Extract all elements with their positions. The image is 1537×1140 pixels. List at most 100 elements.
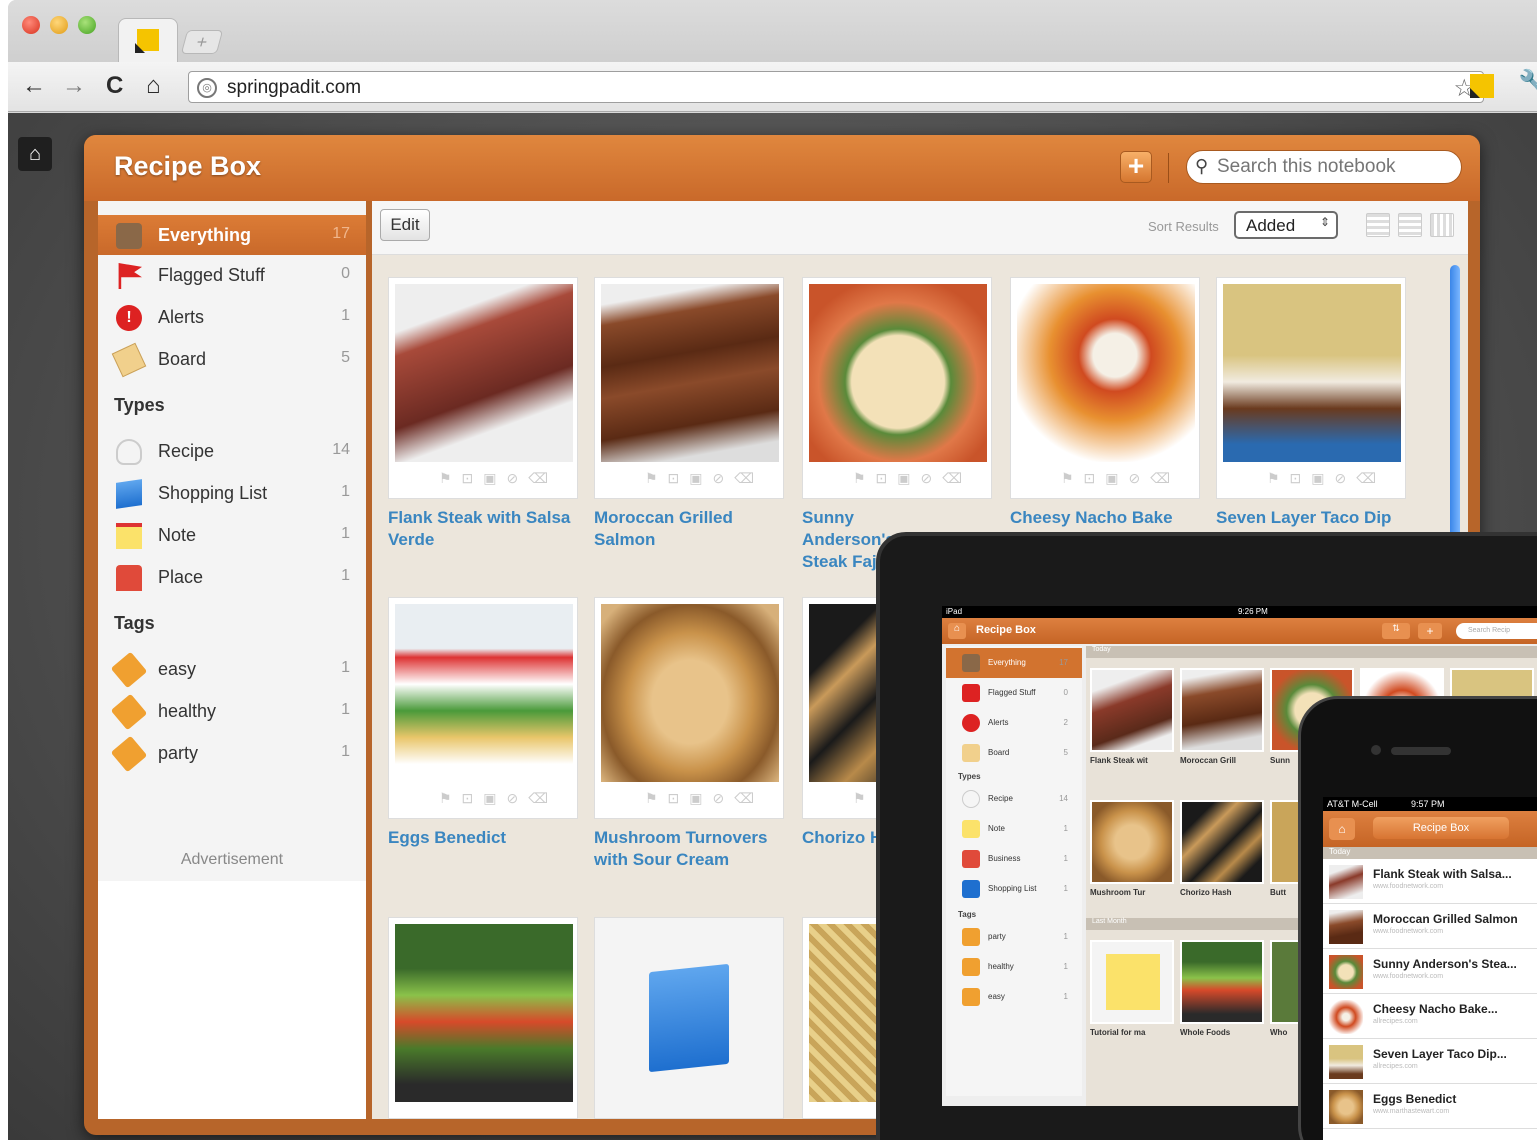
ipad-sidebar-item[interactable]: Recipe 14: [946, 784, 1082, 814]
ipad-sidebar-item[interactable]: healthy 1: [946, 952, 1082, 982]
recipe-title[interactable]: Flank Steak with Salsa Verde: [388, 507, 588, 551]
chef-hat-icon: [962, 790, 980, 808]
ipad-sidebar-item[interactable]: Alerts 2: [946, 708, 1082, 738]
recipe-title[interactable]: Moroccan Grilled Salmon: [594, 507, 794, 551]
ipad-thumb[interactable]: [1090, 668, 1174, 752]
forward-arrow-icon[interactable]: →: [62, 72, 86, 100]
recipe-card[interactable]: ⚑⊡▣⊘⌫: [388, 277, 578, 499]
ipad-sidebar-label: easy: [988, 992, 1005, 1001]
ipad-sidebar-item[interactable]: easy 1: [946, 982, 1082, 1012]
app-header: Recipe Box + ⚲: [84, 135, 1480, 201]
reload-icon[interactable]: C: [106, 72, 123, 100]
recipe-card[interactable]: ⚑⊡▣⊘⌫: [802, 277, 992, 499]
back-arrow-icon[interactable]: ←: [22, 72, 46, 100]
sidebar-item-shopping-list[interactable]: Shopping List 1: [98, 473, 366, 513]
ipad-sidebar-item[interactable]: Flagged Stuff 0: [946, 678, 1082, 708]
new-tab-button[interactable]: +: [180, 30, 224, 54]
iphone-home-icon[interactable]: ⌂: [1329, 818, 1355, 840]
iphone-list-item[interactable]: Sunny Anderson's Stea... www.foodnetwork…: [1323, 949, 1537, 994]
ipad-sort-icon[interactable]: ⇅: [1382, 623, 1410, 639]
search-box[interactable]: ⚲: [1186, 150, 1462, 184]
ipad-sidebar-item[interactable]: Everything 17: [946, 648, 1082, 678]
iphone-thumb: [1329, 1090, 1363, 1124]
sidebar-item-label: Place: [158, 567, 204, 587]
recipe-card[interactable]: ⚑⊡▣⊘⌫: [1216, 277, 1406, 499]
sidebar-item-board[interactable]: Board 5: [98, 339, 366, 379]
sort-select[interactable]: Added ⇕: [1234, 211, 1338, 239]
recipe-card[interactable]: ⚑⊡▣⊘⌫: [1010, 277, 1200, 499]
recipe-title[interactable]: Mushroom Turnovers with Sour Cream: [594, 827, 794, 871]
ipad-thumb[interactable]: [1180, 668, 1264, 752]
grid-view-icon[interactable]: [1430, 213, 1454, 237]
card-actions-icons[interactable]: ⚑⊡▣⊘⌫: [1061, 470, 1191, 490]
iphone-list-item[interactable]: Seven Layer Taco Dip... allrecipes.com: [1323, 1039, 1537, 1084]
shopping-list-card[interactable]: [594, 917, 784, 1119]
home-icon[interactable]: ⌂: [146, 72, 161, 100]
sidebar-item-place[interactable]: Place 1: [98, 557, 366, 597]
card-actions-icons[interactable]: ⚑⊡▣⊘⌫: [645, 470, 775, 490]
ipad-status-time: 9:26 PM: [1238, 607, 1268, 616]
notebook-title: Recipe Box: [114, 151, 262, 181]
ipad-sidebar-item[interactable]: Note 1: [946, 814, 1082, 844]
recipe-title[interactable]: Seven Layer Taco Dip: [1216, 507, 1416, 529]
scrollbar[interactable]: [1450, 265, 1460, 565]
sidebar-item-count: 1: [341, 659, 350, 676]
recipe-title[interactable]: Cheesy Nacho Bake: [1010, 507, 1210, 529]
card-actions-icons[interactable]: ⚑⊡▣⊘⌫: [1267, 470, 1397, 490]
detail-view-icon[interactable]: [1398, 213, 1422, 237]
iphone-screen: AT&T M-Cell 9:57 PM ⌂ Recipe Box Today F…: [1323, 797, 1537, 1140]
shopping-card[interactable]: [388, 917, 578, 1119]
ipad-thumb[interactable]: [1180, 800, 1264, 884]
sidebar-item-note[interactable]: Note 1: [98, 515, 366, 555]
card-actions-icons[interactable]: ⚑⊡▣⊘⌫: [439, 790, 569, 810]
header-divider: [1168, 153, 1169, 183]
recipe-title[interactable]: Eggs Benedict: [388, 827, 588, 849]
page-home-icon[interactable]: ⌂: [18, 137, 52, 171]
iphone-time: 9:57 PM: [1411, 799, 1445, 809]
sidebar-item-everything[interactable]: Everything 17: [98, 215, 366, 255]
card-actions-icons[interactable]: ⚑⊡▣⊘⌫: [439, 470, 569, 490]
iphone-list-item[interactable]: Eggs Benedict www.marthastewart.com: [1323, 1084, 1537, 1129]
sidebar-item-count: 1: [341, 525, 350, 542]
sidebar-item-recipe[interactable]: Recipe 14: [98, 431, 366, 471]
address-bar[interactable]: ◎ springpadit.com ☆: [188, 71, 1484, 103]
recipe-card[interactable]: ⚑⊡▣⊘⌫: [594, 597, 784, 819]
ipad-sidebar-item[interactable]: Business 1: [946, 844, 1082, 874]
card-actions-icons[interactable]: ⚑⊡▣⊘⌫: [853, 470, 983, 490]
ipad-thumb[interactable]: [1180, 940, 1264, 1024]
recipe-card[interactable]: ⚑⊡▣⊘⌫: [388, 597, 578, 819]
sidebar-item-alerts[interactable]: ! Alerts 1: [98, 297, 366, 337]
tag-icon: [110, 693, 148, 731]
iphone-title[interactable]: Recipe Box: [1373, 817, 1509, 839]
iphone-list-item[interactable]: Moroccan Grilled Salmon www.foodnetwork.…: [1323, 904, 1537, 949]
sidebar-item-label: Recipe: [158, 441, 215, 461]
list-view-icon[interactable]: [1366, 213, 1390, 237]
springpad-favicon-icon: [137, 29, 159, 51]
zoom-window-button[interactable]: [78, 16, 96, 34]
recipe-card[interactable]: ⚑⊡▣⊘⌫: [594, 277, 784, 499]
close-window-button[interactable]: [22, 16, 40, 34]
minimize-window-button[interactable]: [50, 16, 68, 34]
search-input[interactable]: [1217, 155, 1455, 179]
ipad-sidebar-item[interactable]: Shopping List 1: [946, 874, 1082, 904]
add-item-button[interactable]: +: [1120, 151, 1152, 183]
ipad-add-icon[interactable]: +: [1418, 623, 1442, 639]
iphone-list-item[interactable]: Cheesy Nacho Bake... allrecipes.com: [1323, 994, 1537, 1039]
sidebar-item-tag-healthy[interactable]: healthy 1: [98, 691, 366, 731]
sidebar-item-tag-party[interactable]: party 1: [98, 733, 366, 773]
iphone-list-item[interactable]: Flank Steak with Salsa... www.foodnetwor…: [1323, 859, 1537, 904]
sidebar-item-tag-easy[interactable]: easy 1: [98, 649, 366, 689]
ipad-search-input[interactable]: Search Recip: [1456, 623, 1537, 639]
springpad-extension-icon[interactable]: [1470, 74, 1494, 98]
ipad-sidebar-item[interactable]: Board 5: [946, 738, 1082, 768]
ipad-sidebar-item[interactable]: party 1: [946, 922, 1082, 952]
sidebar-item-flagged[interactable]: Flagged Stuff 0: [98, 255, 366, 295]
ipad-sidebar-count: 1: [1063, 992, 1068, 1001]
card-actions-icons[interactable]: ⚑⊡▣⊘⌫: [645, 790, 775, 810]
edit-button[interactable]: Edit: [380, 209, 430, 241]
browser-tab[interactable]: [118, 18, 178, 62]
wrench-icon[interactable]: 🔧: [1518, 68, 1537, 99]
ipad-home-icon[interactable]: ⌂: [948, 623, 966, 639]
ipad-thumb[interactable]: [1090, 940, 1174, 1024]
ipad-thumb[interactable]: [1090, 800, 1174, 884]
